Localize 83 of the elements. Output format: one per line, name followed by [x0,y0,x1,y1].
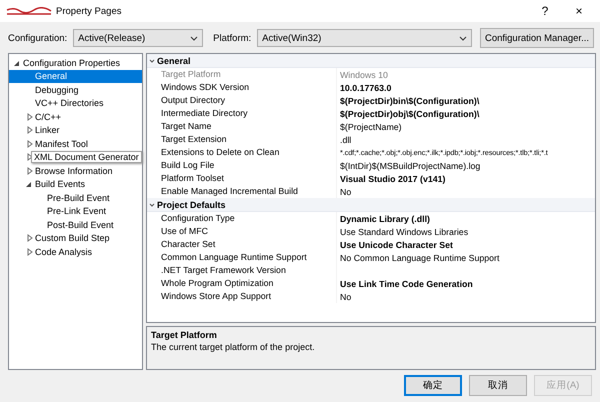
property-name[interactable]: Windows Store App Support [147,290,337,303]
tree-item[interactable]: Post-Build Event [9,218,142,232]
property-value[interactable]: No [337,292,352,302]
tree-item[interactable]: Pre-Build Event [9,191,142,204]
property-value[interactable]: $(ProjectDir)obj\$(Configuration)\ [337,108,480,118]
tree-item[interactable]: Build Events [9,178,142,191]
tree-item[interactable]: Code Analysis [9,245,142,258]
property-name[interactable]: Target Name [147,120,337,133]
tree-item-label: Custom Build Step [35,233,110,244]
property-name[interactable]: Target Extension [147,133,337,146]
collapsed-triangle-icon[interactable] [25,234,35,242]
description-title: Target Platform [151,330,218,340]
collapsed-triangle-icon[interactable] [25,126,35,134]
ok-button[interactable]: 确定 [404,375,462,396]
property-value[interactable]: Use Unicode Character Set [337,240,453,250]
tree-item-label: Debugging [35,84,79,95]
property-value[interactable]: $(ProjectDir)bin\$(Configuration)\ [337,96,480,106]
property-name[interactable]: Output Directory [147,94,337,107]
configuration-manager-button[interactable]: Configuration Manager... [480,28,594,48]
tree-item[interactable]: XML Document Generator [9,150,142,164]
property-value[interactable]: Visual Studio 2017 (v141) [337,174,446,184]
property-name[interactable]: Build Log File [147,159,337,172]
property-name[interactable]: Intermediate Directory [147,107,337,120]
help-button[interactable]: ? [530,4,560,18]
tree-item[interactable]: Browse Information [9,164,142,178]
property-name[interactable]: Common Language Runtime Support [147,251,337,264]
chevron-down-icon [190,36,198,40]
tree-item[interactable]: Pre-Link Event [9,204,142,218]
tree-item[interactable]: Custom Build Step [9,232,142,245]
tree-item[interactable]: Configuration Properties [9,56,142,70]
tree-item[interactable]: Debugging [9,83,142,96]
tree-item-label: Configuration Properties [23,58,120,68]
configuration-dropdown[interactable]: Active(Release) [73,29,204,47]
tree-item-label: VC++ Directories [35,98,104,108]
tree-item-label: Post-Build Event [47,220,114,230]
tree-item-label: Pre-Link Event [47,206,106,216]
chevron-down-icon[interactable] [147,200,157,208]
window-title: Property Pages [56,6,122,16]
description-text: The current target platform of the project. [151,342,316,352]
property-value[interactable]: Use Standard Windows Libraries [337,226,468,236]
tree-item-label: Build Events [35,179,86,190]
property-name[interactable]: Configuration Type [147,212,337,225]
platform-label: Platform: [213,32,252,44]
dialog-button[interactable]: 取消 [469,375,527,396]
property-name[interactable]: Whole Program Optimization [147,277,337,290]
tree-item-label: Code Analysis [35,246,92,257]
tooltip: XML Document Generator [31,151,142,164]
platform-dropdown[interactable]: Active(Win32) [257,29,472,47]
property-value[interactable]: Use Link Time Code Generation [337,278,473,288]
property-value[interactable]: .dll [337,134,352,144]
tree-item[interactable]: C/C++ [9,110,142,124]
property-name[interactable]: Use of MFC [147,225,337,238]
property-value[interactable]: $(IntDir)$(MSBuildProjectName).log [337,160,480,170]
configuration-label: Configuration: [8,32,68,44]
tree-item-label: Manifest Tool [35,138,88,149]
tree-item-label: Pre-Build Event [47,192,110,203]
property-name[interactable]: Windows SDK Version [147,81,337,94]
tree-item[interactable]: Manifest Tool [9,137,142,150]
chevron-down-icon [459,36,468,40]
close-button[interactable]: × [564,4,594,18]
collapsed-triangle-icon[interactable] [25,112,35,121]
collapsed-triangle-icon[interactable] [25,248,35,256]
property-name[interactable]: Extensions to Delete on Clean [147,146,337,159]
property-name[interactable]: Character Set [147,238,337,251]
property-name[interactable]: Platform Toolset [147,172,337,185]
property-value[interactable]: No Common Language Runtime Support [337,252,500,262]
collapsed-triangle-icon[interactable] [25,166,35,175]
tree-item-label: Browse Information [35,166,113,176]
property-value[interactable]: No [337,186,352,196]
tree-item[interactable]: VC++ Directories [9,96,142,110]
property-name[interactable]: .NET Target Framework Version [147,264,337,277]
tree-item[interactable]: Linker [9,124,142,137]
tree-item-label: Linker [35,125,60,136]
tree-item-label: C/C++ [35,112,62,122]
tree-item[interactable]: General [9,70,142,83]
property-value[interactable]: $(ProjectName) [337,122,402,132]
chevron-down-icon[interactable] [147,56,157,64]
property-value[interactable]: 10.0.17763.0 [337,82,392,92]
section-header[interactable]: Project Defaults [147,198,595,212]
section-header[interactable]: General [147,54,595,68]
tree-item-label: General [35,71,68,82]
collapsed-triangle-icon[interactable] [25,140,35,148]
property-value[interactable]: Dynamic Library (.dll) [337,214,430,224]
